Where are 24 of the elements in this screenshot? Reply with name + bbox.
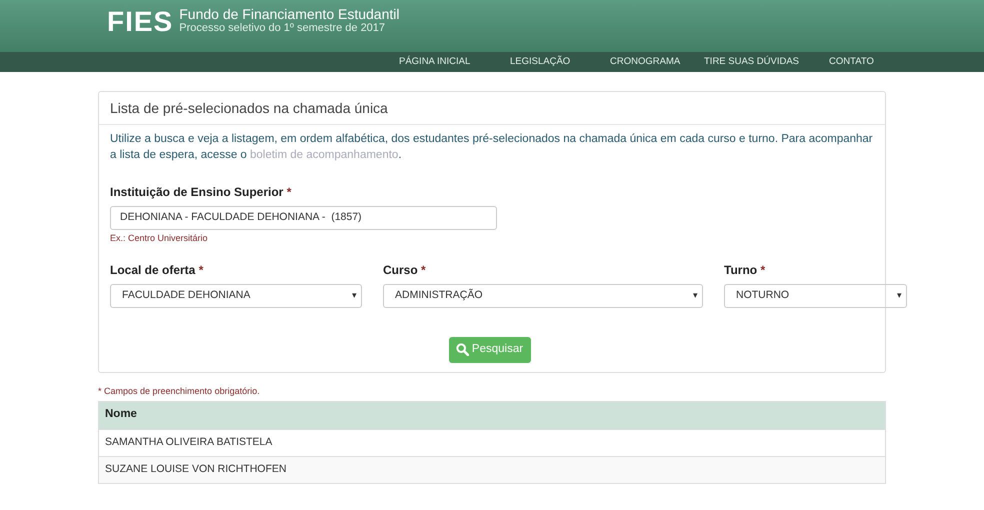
- field-label: Curso *: [383, 262, 427, 278]
- field-hint: Ex.: Centro Universitário: [110, 232, 209, 245]
- column-header: Nome: [105, 407, 137, 422]
- field-label: Local de oferta *: [110, 262, 204, 278]
- table-cell-text: SAMANTHA OLIVEIRA BATISTELA: [105, 434, 272, 450]
- nav-link[interactable]: LEGISLAÇÃO: [510, 54, 610, 70]
- nav-link[interactable]: PÁGINA INICIAL: [399, 54, 510, 70]
- field-label: Instituição de Ensino Superior *: [110, 184, 292, 201]
- nav-link[interactable]: TIRE SUAS DÚVIDAS: [704, 54, 829, 70]
- select-field[interactable]: ADMINISTRAÇÃO ▾: [383, 284, 703, 308]
- nav-link[interactable]: CRONOGRAMA: [610, 54, 704, 70]
- select-field[interactable]: FACULDADE DEHONIANA ▾: [110, 284, 362, 308]
- institution-field[interactable]: DEHONIANA - FACULDADE DEHONIANA - (1857): [110, 206, 497, 230]
- select-field[interactable]: NOTURNO ▾: [724, 284, 907, 308]
- table-cell-text: SUZANE LOUISE VON RICHTHOFEN: [105, 462, 286, 477]
- panel-title: Lista de pré-selecionados na chamada única: [99, 92, 885, 125]
- nav-link[interactable]: CONTATO: [829, 54, 874, 70]
- site-title: Fundo de Financiamento Estudantil: [179, 6, 400, 22]
- intro-text: Utilize a busca e veja a listagem, em ordem alfabética, dos estudantes pré-selecionados na chamada única em cada curso e turno. Para acompanhar a lista de espera, acesse o boletim de acompanhamento.: [110, 132, 874, 163]
- logo: FIES: [107, 6, 174, 38]
- required-note: * Campos de preenchimento obrigatório.: [98, 385, 260, 398]
- field-label: Turno *: [724, 262, 766, 278]
- site-subtitle: Processo seletivo do 1º semestre de 2017: [179, 22, 386, 35]
- search-icon: [456, 343, 469, 356]
